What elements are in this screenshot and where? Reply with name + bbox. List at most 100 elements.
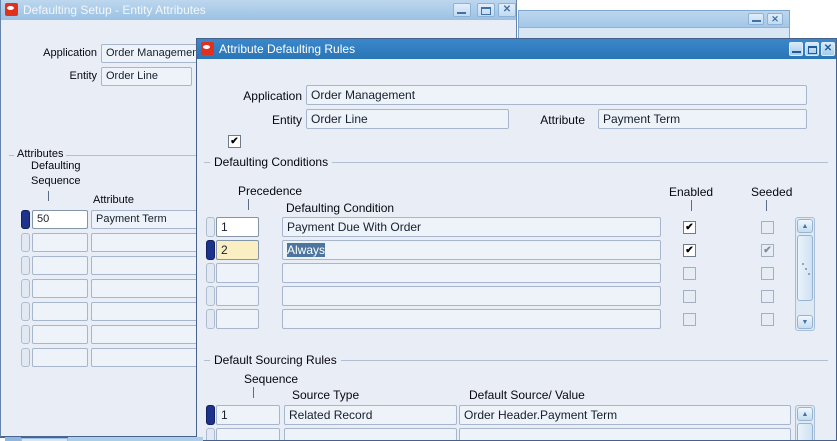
bottom-window-fragment bbox=[68, 437, 203, 441]
record-indicator[interactable] bbox=[206, 286, 215, 306]
sourcing-scrollbar[interactable]: ▲ bbox=[795, 405, 815, 440]
close-button[interactable]: ✕ bbox=[498, 3, 516, 17]
minimize-button[interactable] bbox=[453, 3, 471, 17]
context-checkbox[interactable]: ✔ bbox=[228, 135, 241, 148]
seeded-checkbox[interactable] bbox=[761, 313, 774, 326]
dialog-title: Attribute Defaulting Rules bbox=[219, 42, 356, 56]
attribute-field[interactable] bbox=[91, 325, 205, 344]
scroll-up-button[interactable]: ▲ bbox=[797, 407, 813, 421]
defaulting-sequence-field[interactable] bbox=[32, 279, 88, 298]
sequence-header-tick bbox=[253, 387, 254, 398]
close-icon: ✕ bbox=[823, 43, 833, 54]
defaulting-sequence-field[interactable] bbox=[32, 302, 88, 321]
minimize-icon bbox=[752, 20, 761, 22]
attribute-field[interactable]: Payment Term bbox=[91, 210, 205, 229]
close-button[interactable]: ✕ bbox=[767, 13, 783, 25]
minimize-icon bbox=[457, 12, 466, 14]
record-indicator[interactable] bbox=[206, 263, 215, 283]
enabled-checkbox[interactable]: ✔ bbox=[683, 221, 696, 234]
defaulting-sequence-field[interactable] bbox=[32, 233, 88, 252]
record-indicator[interactable] bbox=[21, 210, 30, 229]
application-field[interactable]: Order Management bbox=[306, 85, 807, 105]
source-type-field[interactable]: Related Record bbox=[284, 405, 457, 425]
attribute-field[interactable]: Payment Term bbox=[598, 109, 807, 129]
oracle-logo-icon bbox=[5, 3, 18, 16]
record-indicator[interactable] bbox=[206, 217, 215, 237]
precedence-header-tick bbox=[248, 199, 249, 210]
attribute-field[interactable] bbox=[91, 348, 205, 367]
record-indicator[interactable] bbox=[21, 233, 30, 252]
record-indicator[interactable] bbox=[21, 256, 30, 275]
minimize-button[interactable] bbox=[789, 42, 803, 56]
seeded-checkbox[interactable]: ✔ bbox=[761, 244, 774, 257]
minimize-icon bbox=[792, 51, 801, 53]
record-indicator[interactable] bbox=[206, 428, 215, 440]
defaulting-condition-field[interactable] bbox=[282, 263, 661, 283]
oracle-logo-icon bbox=[201, 42, 214, 55]
maximize-button[interactable] bbox=[805, 42, 819, 56]
condition-header: Defaulting Condition bbox=[286, 201, 395, 215]
record-indicator[interactable] bbox=[21, 279, 30, 298]
sequence-field[interactable]: 1 bbox=[216, 405, 280, 425]
attribute-field[interactable] bbox=[91, 256, 205, 275]
default-source-value-field[interactable]: Order Header.Payment Term bbox=[459, 405, 791, 425]
seeded-checkbox[interactable] bbox=[761, 290, 774, 303]
titlebar-attribute-defaulting-rules[interactable]: Attribute Defaulting Rules ✕ bbox=[197, 39, 836, 59]
defaulting-condition-field[interactable]: Payment Due With Order bbox=[282, 217, 661, 237]
attribute-field[interactable] bbox=[91, 233, 205, 252]
maximize-button[interactable] bbox=[477, 3, 495, 17]
precedence-field[interactable] bbox=[216, 263, 259, 283]
titlebar-defaulting-setup[interactable]: Defaulting Setup - Entity Attributes ✕ bbox=[1, 0, 516, 20]
bottom-window-fragment bbox=[5, 437, 21, 441]
defaulting-sequence-field[interactable] bbox=[32, 348, 88, 367]
close-icon: ✕ bbox=[771, 14, 779, 24]
attributes-group-title: Attributes bbox=[14, 148, 67, 160]
seeded-checkbox[interactable] bbox=[761, 267, 774, 280]
enabled-checkbox[interactable] bbox=[683, 267, 696, 280]
application-label: Application bbox=[243, 89, 302, 103]
source-type-field[interactable] bbox=[284, 428, 457, 440]
defaulting-sequence-field[interactable] bbox=[32, 325, 88, 344]
scrollbar-thumb[interactable] bbox=[797, 423, 813, 440]
defaulting-condition-field[interactable]: Always bbox=[282, 240, 661, 260]
enabled-checkbox[interactable] bbox=[683, 290, 696, 303]
defaulting-sequence-field[interactable] bbox=[32, 256, 88, 275]
close-button[interactable]: ✕ bbox=[821, 42, 835, 56]
scroll-up-button[interactable]: ▲ bbox=[797, 219, 813, 233]
precedence-field[interactable]: 1 bbox=[216, 217, 259, 237]
scroll-down-button[interactable]: ▼ bbox=[797, 315, 813, 329]
scrollbar-thumb[interactable] bbox=[797, 235, 813, 301]
sequence-header-line1: Defaulting bbox=[31, 160, 81, 172]
seeded-checkbox[interactable] bbox=[761, 221, 774, 234]
attribute-field[interactable] bbox=[91, 302, 205, 321]
enabled-checkbox[interactable]: ✔ bbox=[683, 244, 696, 257]
conditions-scrollbar[interactable]: ▲ ▼ bbox=[795, 217, 815, 331]
window-title: Defaulting Setup - Entity Attributes bbox=[23, 3, 206, 17]
precedence-field[interactable] bbox=[216, 286, 259, 306]
defaulting-sequence-field[interactable]: 50 bbox=[32, 210, 88, 229]
minimize-button[interactable] bbox=[748, 13, 764, 25]
default-source-value-header: Default Source/ Value bbox=[469, 388, 585, 402]
attribute-field[interactable] bbox=[91, 279, 205, 298]
source-type-header: Source Type bbox=[292, 388, 360, 402]
record-indicator[interactable] bbox=[21, 348, 30, 367]
entity-field[interactable]: Order Line bbox=[306, 109, 509, 129]
defaulting-condition-field[interactable] bbox=[282, 309, 661, 329]
record-indicator[interactable] bbox=[21, 325, 30, 344]
record-indicator[interactable] bbox=[206, 405, 215, 425]
selected-text: Always bbox=[287, 243, 326, 257]
precedence-field[interactable]: 2 bbox=[216, 240, 259, 260]
titlebar-background-window[interactable]: ✕ bbox=[519, 11, 789, 28]
scroll-up-icon: ▲ bbox=[801, 411, 809, 418]
entity-field[interactable]: Order Line bbox=[101, 67, 192, 86]
record-indicator[interactable] bbox=[21, 302, 30, 321]
attribute-label: Attribute bbox=[540, 113, 585, 127]
precedence-field[interactable] bbox=[216, 309, 259, 329]
default-source-value-field[interactable] bbox=[459, 428, 791, 440]
sequence-field[interactable] bbox=[216, 428, 280, 440]
record-indicator[interactable] bbox=[206, 240, 215, 260]
sequence-header: Sequence bbox=[244, 372, 299, 386]
defaulting-condition-field[interactable] bbox=[282, 286, 661, 306]
enabled-checkbox[interactable] bbox=[683, 313, 696, 326]
record-indicator[interactable] bbox=[206, 309, 215, 329]
